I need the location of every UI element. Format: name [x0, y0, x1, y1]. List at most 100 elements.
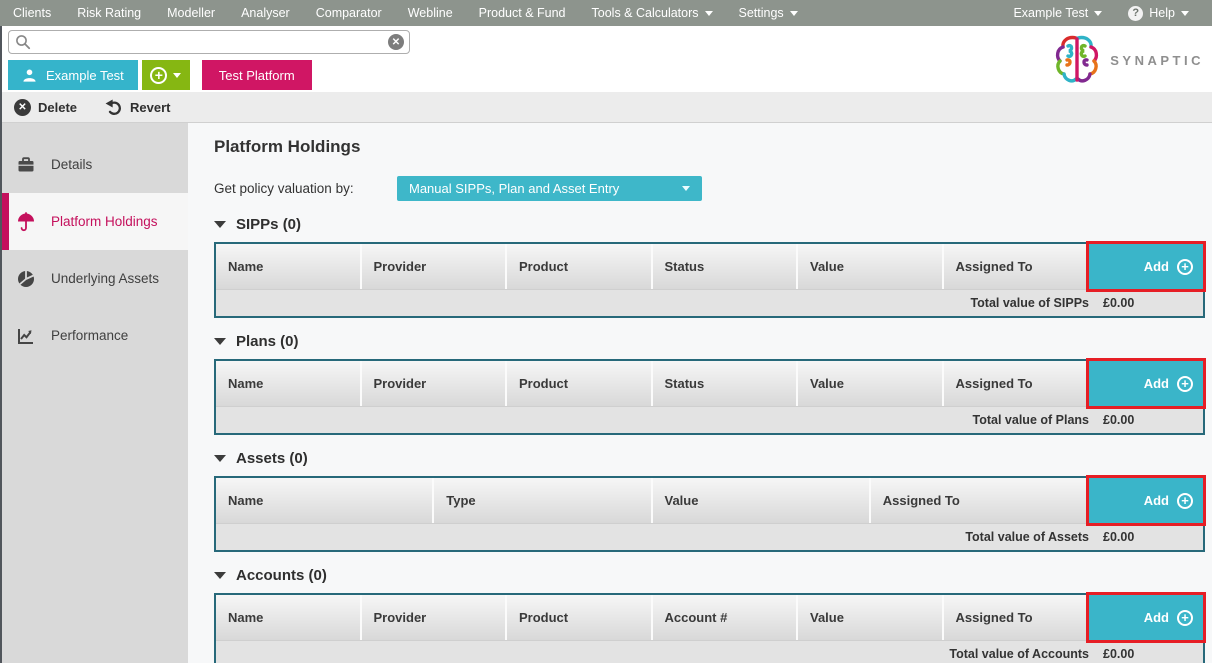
platform-tab[interactable]: Test Platform [201, 60, 312, 90]
top-menu-items: Clients Risk Rating Modeller Analyser Co… [0, 0, 811, 26]
column-header-value: Value [798, 595, 944, 640]
client-tab[interactable]: Example Test [8, 60, 138, 90]
column-header-status: Status [652, 361, 798, 406]
menu-analyser[interactable]: Analyser [228, 0, 303, 26]
total-value: £0.00 [1103, 530, 1135, 544]
total-value: £0.00 [1103, 413, 1135, 427]
valuation-dropdown[interactable]: Manual SIPPs, Plan and Asset Entry [397, 176, 702, 201]
column-header-product: Product [507, 244, 653, 289]
valuation-label: Get policy valuation by: [214, 181, 354, 196]
valuation-row: Get policy valuation by: Manual SIPPs, P… [214, 176, 1205, 201]
column-header-status: Status [652, 244, 798, 289]
performance-chart-icon [18, 328, 33, 344]
sipps-table: Name Provider Product Status Value Assig… [214, 242, 1205, 318]
menu-product-and-fund[interactable]: Product & Fund [466, 0, 579, 26]
add-client-button[interactable] [141, 60, 190, 90]
undo-arrow-icon [105, 99, 122, 115]
table-total-row: Total value of Assets £0.00 [216, 523, 1203, 550]
column-header-assigned-to: Assigned To [943, 595, 1089, 640]
add-asset-button[interactable]: Add [1089, 478, 1203, 523]
briefcase-icon [18, 156, 34, 171]
sipps-section-header[interactable]: SIPPs (0) [214, 216, 1205, 233]
search-row: ✕ [2, 26, 1212, 58]
page-title: Platform Holdings [214, 137, 361, 156]
chevron-down-icon [1181, 10, 1189, 16]
assets-section-header[interactable]: Assets (0) [214, 450, 1205, 467]
user-menu[interactable]: Example Test [1000, 0, 1115, 26]
column-header-value: Value [798, 361, 944, 406]
content-area: Details Platform Holdings Underlying Ass… [2, 123, 1212, 663]
column-header-product: Product [507, 361, 653, 406]
plans-section-header[interactable]: Plans (0) [214, 333, 1205, 350]
collapse-arrow-icon[interactable] [214, 338, 226, 345]
search-box: ✕ [8, 30, 410, 54]
column-header-value: Value [798, 244, 944, 289]
tabs-row: Example Test Test Platform [2, 58, 1212, 92]
table-total-row: Total value of SIPPs £0.00 [216, 289, 1203, 316]
valuation-dropdown-value: Manual SIPPs, Plan and Asset Entry [409, 181, 620, 196]
app-frame: ✕ SYNAPTIC Example Test + Test Platform … [0, 26, 1212, 663]
pie-chart-icon [18, 270, 34, 287]
delete-button[interactable]: ✕ Delete [14, 98, 77, 116]
total-value: £0.00 [1103, 647, 1135, 661]
section-plans: Plans (0) Name Provider Product Status V… [214, 333, 1205, 435]
section-assets: Assets (0) Name Type Value Assigned To A… [214, 450, 1205, 552]
top-menu-bar: Clients Risk Rating Modeller Analyser Co… [0, 0, 1212, 26]
assets-table: Name Type Value Assigned To Add Total va… [214, 476, 1205, 552]
total-label: Total value of Plans [972, 413, 1089, 427]
chevron-down-icon [173, 72, 182, 78]
section-title: Assets (0) [236, 450, 308, 467]
column-header-assigned-to: Assigned To [870, 478, 1089, 523]
table-header-row: Name Provider Product Status Value Assig… [216, 361, 1203, 406]
column-header-value: Value [652, 478, 871, 523]
column-header-name: Name [216, 361, 362, 406]
column-header-name: Name [216, 595, 362, 640]
accounts-table: Name Provider Product Account # Value As… [214, 593, 1205, 663]
menu-risk-rating[interactable]: Risk Rating [64, 0, 154, 26]
add-account-button[interactable]: Add [1089, 595, 1203, 640]
add-sipp-button[interactable]: Add [1089, 244, 1203, 289]
person-icon [23, 69, 36, 82]
column-header-assigned-to: Assigned To [943, 361, 1089, 406]
client-tab-label: Example Test [46, 67, 124, 83]
sidebar: Details Platform Holdings Underlying Ass… [2, 123, 188, 663]
collapse-arrow-icon[interactable] [214, 572, 226, 579]
sidebar-item-details[interactable]: Details [2, 136, 188, 193]
chevron-down-icon [704, 10, 713, 16]
sidebar-item-underlying-assets[interactable]: Underlying Assets [2, 250, 188, 307]
question-mark-icon: ? [1128, 5, 1144, 21]
menu-settings[interactable]: Settings [726, 0, 811, 26]
total-label: Total value of Accounts [949, 647, 1089, 661]
synaptic-logo: SYNAPTIC [1054, 34, 1204, 86]
section-accounts: Accounts (0) Name Provider Product Accou… [214, 567, 1205, 663]
column-header-account-number: Account # [652, 595, 798, 640]
total-value: £0.00 [1103, 296, 1135, 310]
section-title: SIPPs (0) [236, 216, 302, 233]
brand-name: SYNAPTIC [1110, 52, 1204, 68]
menu-tools-calculators[interactable]: Tools & Calculators [579, 0, 726, 26]
add-plan-button[interactable]: Add [1089, 361, 1203, 406]
column-header-product: Product [507, 595, 653, 640]
accounts-section-header[interactable]: Accounts (0) [214, 567, 1205, 584]
section-title: Accounts (0) [236, 567, 327, 584]
table-total-row: Total value of Accounts £0.00 [216, 640, 1203, 663]
menu-webline[interactable]: Webline [395, 0, 466, 26]
table-header-row: Name Provider Product Status Value Assig… [216, 244, 1203, 289]
action-toolbar: ✕ Delete Revert [2, 92, 1212, 123]
clear-search-icon[interactable]: ✕ [388, 34, 404, 50]
help-menu[interactable]: ? Help [1115, 0, 1202, 26]
column-header-provider: Provider [361, 244, 507, 289]
plans-table: Name Provider Product Status Value Assig… [214, 359, 1205, 435]
menu-clients[interactable]: Clients [0, 0, 64, 26]
menu-comparator[interactable]: Comparator [303, 0, 395, 26]
plus-circle-icon [1177, 609, 1193, 626]
menu-modeller[interactable]: Modeller [154, 0, 228, 26]
sidebar-item-platform-holdings[interactable]: Platform Holdings [2, 193, 188, 250]
search-input[interactable] [8, 30, 410, 54]
revert-button[interactable]: Revert [105, 99, 171, 115]
collapse-arrow-icon[interactable] [214, 221, 226, 228]
collapse-arrow-icon[interactable] [214, 455, 226, 462]
sidebar-item-performance[interactable]: Performance [2, 307, 188, 364]
top-menu-right: Example Test ? Help [1000, 0, 1212, 26]
section-sipps: SIPPs (0) Name Provider Product Status V… [214, 216, 1205, 318]
